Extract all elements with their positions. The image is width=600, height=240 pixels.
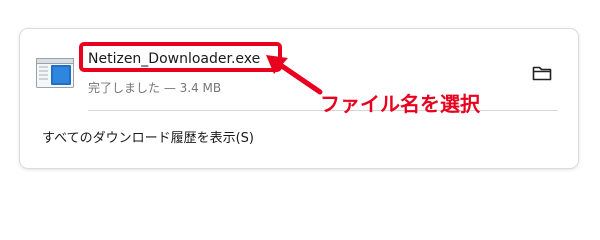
- downloads-panel: Netizen_Downloader.exe 完了しました — 3.4 MB す…: [20, 29, 578, 168]
- download-status: 完了しました — 3.4 MB: [88, 81, 222, 95]
- application-window-icon: [36, 58, 74, 88]
- file-name-link[interactable]: Netizen_Downloader.exe: [88, 51, 260, 67]
- open-folder-button[interactable]: [530, 62, 554, 84]
- folder-icon: [532, 66, 552, 81]
- divider: [88, 110, 558, 111]
- show-all-downloads-link[interactable]: すべてのダウンロード履歴を表示(S): [42, 127, 254, 146]
